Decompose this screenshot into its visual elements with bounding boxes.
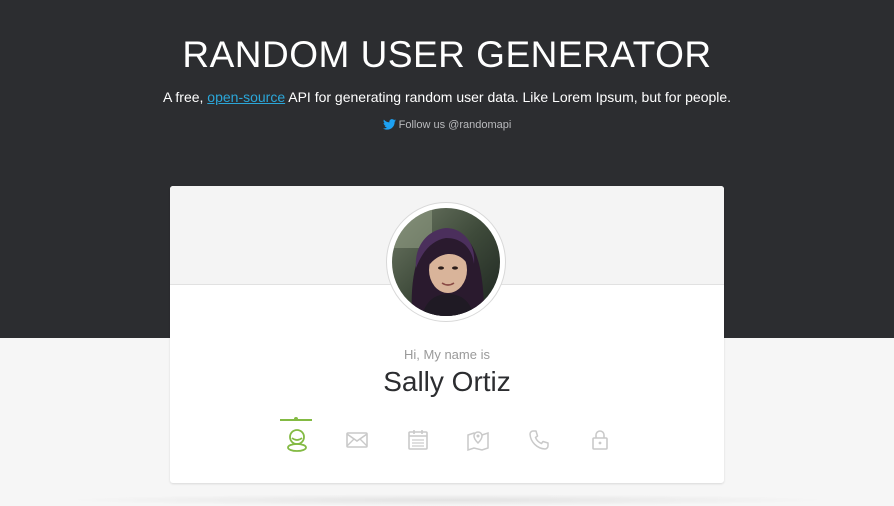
tab-phone[interactable]: [522, 418, 556, 458]
calendar-icon: [408, 430, 428, 450]
greeting-text: Hi, My name is: [404, 347, 490, 362]
tab-address[interactable]: [461, 418, 495, 458]
user-card: Hi, My name is Sally Ortiz: [170, 186, 724, 483]
avatar-frame: [386, 202, 506, 322]
info-tabs: [280, 417, 620, 458]
card-shadow: [60, 494, 834, 506]
open-source-link[interactable]: open-source: [207, 89, 285, 105]
envelope-icon: [346, 432, 368, 448]
follow-text: Follow us @randomapi: [398, 119, 512, 131]
avatar: [392, 208, 500, 316]
tab-password[interactable]: [583, 418, 617, 458]
lock-icon: [592, 430, 608, 450]
tab-name[interactable]: [280, 417, 314, 458]
phone-icon: [529, 430, 549, 450]
page-title: RANDOM USER GENERATOR: [182, 34, 712, 75]
tagline: A free, open-source API for generating r…: [0, 89, 894, 105]
tab-birthday[interactable]: [401, 418, 435, 458]
user-name: Sally Ortiz: [383, 366, 511, 397]
map-icon: [467, 431, 489, 452]
follow-link[interactable]: Follow us @randomapi: [0, 119, 894, 131]
twitter-icon: [382, 119, 396, 130]
tab-email[interactable]: [340, 418, 374, 458]
avatar-photo: [392, 208, 500, 316]
tagline-suffix: API for generating random user data. Lik…: [285, 89, 732, 105]
user-icon: [287, 429, 307, 452]
active-indicator-dot: [294, 417, 298, 421]
tagline-prefix: A free,: [162, 89, 208, 105]
